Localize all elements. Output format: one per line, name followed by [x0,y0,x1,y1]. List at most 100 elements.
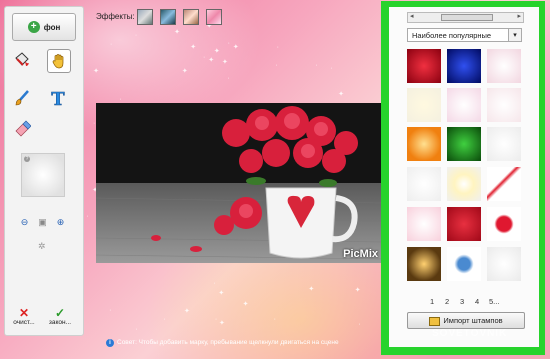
stamp-item[interactable] [447,247,481,281]
sparkle-icon: ✦ [232,44,239,52]
stamp-panel: ◂ ▸ Наиболее популярные ▾ 1 2 3 4 5... И… [389,7,539,347]
checkmark-icon: ✓ [54,306,66,320]
paint-bucket-tool[interactable] [11,49,33,71]
sparkle-icon: · [276,43,279,51]
brush-icon [15,90,29,106]
tool-panel: + фон T ? ⊖ ▣ ⊕ ✲ ✕ очист... ✓ закон... [4,6,84,336]
stamp-item[interactable] [407,88,441,122]
sparkle-icon: · [275,62,278,70]
stamp-item[interactable] [407,247,441,281]
effect-thumb-teal[interactable] [160,9,176,25]
stamp-item[interactable] [487,207,521,241]
fit-icon[interactable]: ▣ [37,217,48,228]
effect-thumb-pink[interactable] [206,9,222,25]
clear-button[interactable]: ✕ очист... [7,307,41,326]
sparkle-icon: ✦ [354,286,361,294]
sparkle-icon: · [119,95,122,103]
sparkle-icon: · [330,65,333,73]
sparkle-icon: ✦ [242,300,249,308]
eraser-tool[interactable] [11,117,33,139]
sparkle-icon: · [92,120,96,128]
chevron-right-icon[interactable]: ▸ [517,12,521,20]
help-icon: ? [24,156,30,162]
text-tool[interactable]: T [47,87,69,109]
text-icon: T [51,89,66,107]
effects-label: Эффекты: [96,12,135,21]
slider-thumb[interactable] [441,14,493,21]
effect-thumb-sepia[interactable] [183,9,199,25]
sparkle-icon: · [163,316,166,324]
sort-dropdown[interactable]: Наиболее популярные ▾ [407,28,522,42]
hand-tool[interactable] [47,49,71,73]
sparkle-icon: · [358,320,361,328]
sparkle-icon: ✦ [338,91,345,99]
sort-dropdown-value: Наиболее популярные [412,31,492,40]
sparkle-icon: · [134,31,138,39]
paint-bucket-icon [15,52,29,66]
site-logo: SOVETOVNIK [432,328,508,339]
stamp-item[interactable] [487,88,521,122]
sparkle-icon: ✦ [213,47,220,55]
stamp-preview: ? [21,153,65,197]
import-stamps-label: Импорт штампов [443,316,503,325]
sparkle-icon: ✦ [218,290,225,298]
sparkle-icon: ✦ [222,58,228,66]
sparkle-icon: · [213,279,216,287]
background-button-label: фон [43,22,61,32]
sparkle-icon: ✦ [93,67,99,75]
eraser-icon [15,120,31,137]
sparkle-icon: ✦ [208,57,215,65]
effect-thumb-gray[interactable] [137,9,153,25]
folder-icon [429,316,441,326]
roses-mug-image [96,103,382,263]
stamp-item[interactable] [447,88,481,122]
category-slider[interactable]: ◂ ▸ [407,12,524,23]
sparkle-icon: · [86,213,89,221]
loading-icon: ✲ [38,241,46,251]
sparkle-icon: · [214,316,218,324]
sparkle-icon: · [273,316,276,324]
sparkle-icon: ✦ [181,67,188,75]
brush-tool[interactable] [11,87,33,109]
canvas-photo[interactable]: PicMix [96,103,382,263]
sparkle-icon: · [109,307,112,315]
sparkle-icon: · [315,62,318,70]
zoom-out-icon[interactable]: ⊖ [19,217,30,228]
stamp-item[interactable] [407,167,441,201]
page-link[interactable]: 1 [430,297,434,306]
sparkle-icon: ✦ [190,43,197,51]
tip-text: Совет: Чтобы добавить марку, пребывание … [117,339,339,346]
stamp-item[interactable] [407,207,441,241]
chevron-left-icon[interactable]: ◂ [410,12,414,20]
finish-button[interactable]: ✓ закон... [43,307,77,326]
plus-icon: + [27,21,40,33]
stamp-item[interactable] [407,49,441,83]
page-link[interactable]: 3 [460,297,464,306]
stamp-item[interactable] [447,127,481,161]
tip-bar: i Совет: Чтобы добавить марку, пребывание… [106,339,339,347]
info-icon: i [106,339,114,347]
sparkle-icon: · [110,41,113,49]
hand-icon [52,54,64,69]
stamp-item[interactable] [487,247,521,281]
chevron-down-icon: ▾ [508,29,521,41]
sparkle-icon: ✦ [183,308,190,316]
import-stamps-button[interactable]: Импорт штампов [407,312,525,329]
page-link[interactable]: 2 [445,297,449,306]
page-link[interactable]: 5... [489,297,499,306]
clear-label: очист... [13,319,35,326]
stamp-item[interactable] [487,127,521,161]
stamp-item[interactable] [447,167,481,201]
sparkle-icon: · [135,325,138,333]
sparkle-icon: ✦ [218,319,225,327]
page-link[interactable]: 4 [475,297,479,306]
stamp-item[interactable] [447,49,481,83]
stamp-item[interactable] [487,167,521,201]
stamp-item[interactable] [487,49,521,83]
sparkle-icon: · [227,39,230,47]
stamp-item[interactable] [447,207,481,241]
sparkle-icon: ✦ [174,29,181,37]
stamp-item[interactable] [407,127,441,161]
background-button[interactable]: + фон [12,13,76,41]
zoom-in-icon[interactable]: ⊕ [55,217,66,228]
